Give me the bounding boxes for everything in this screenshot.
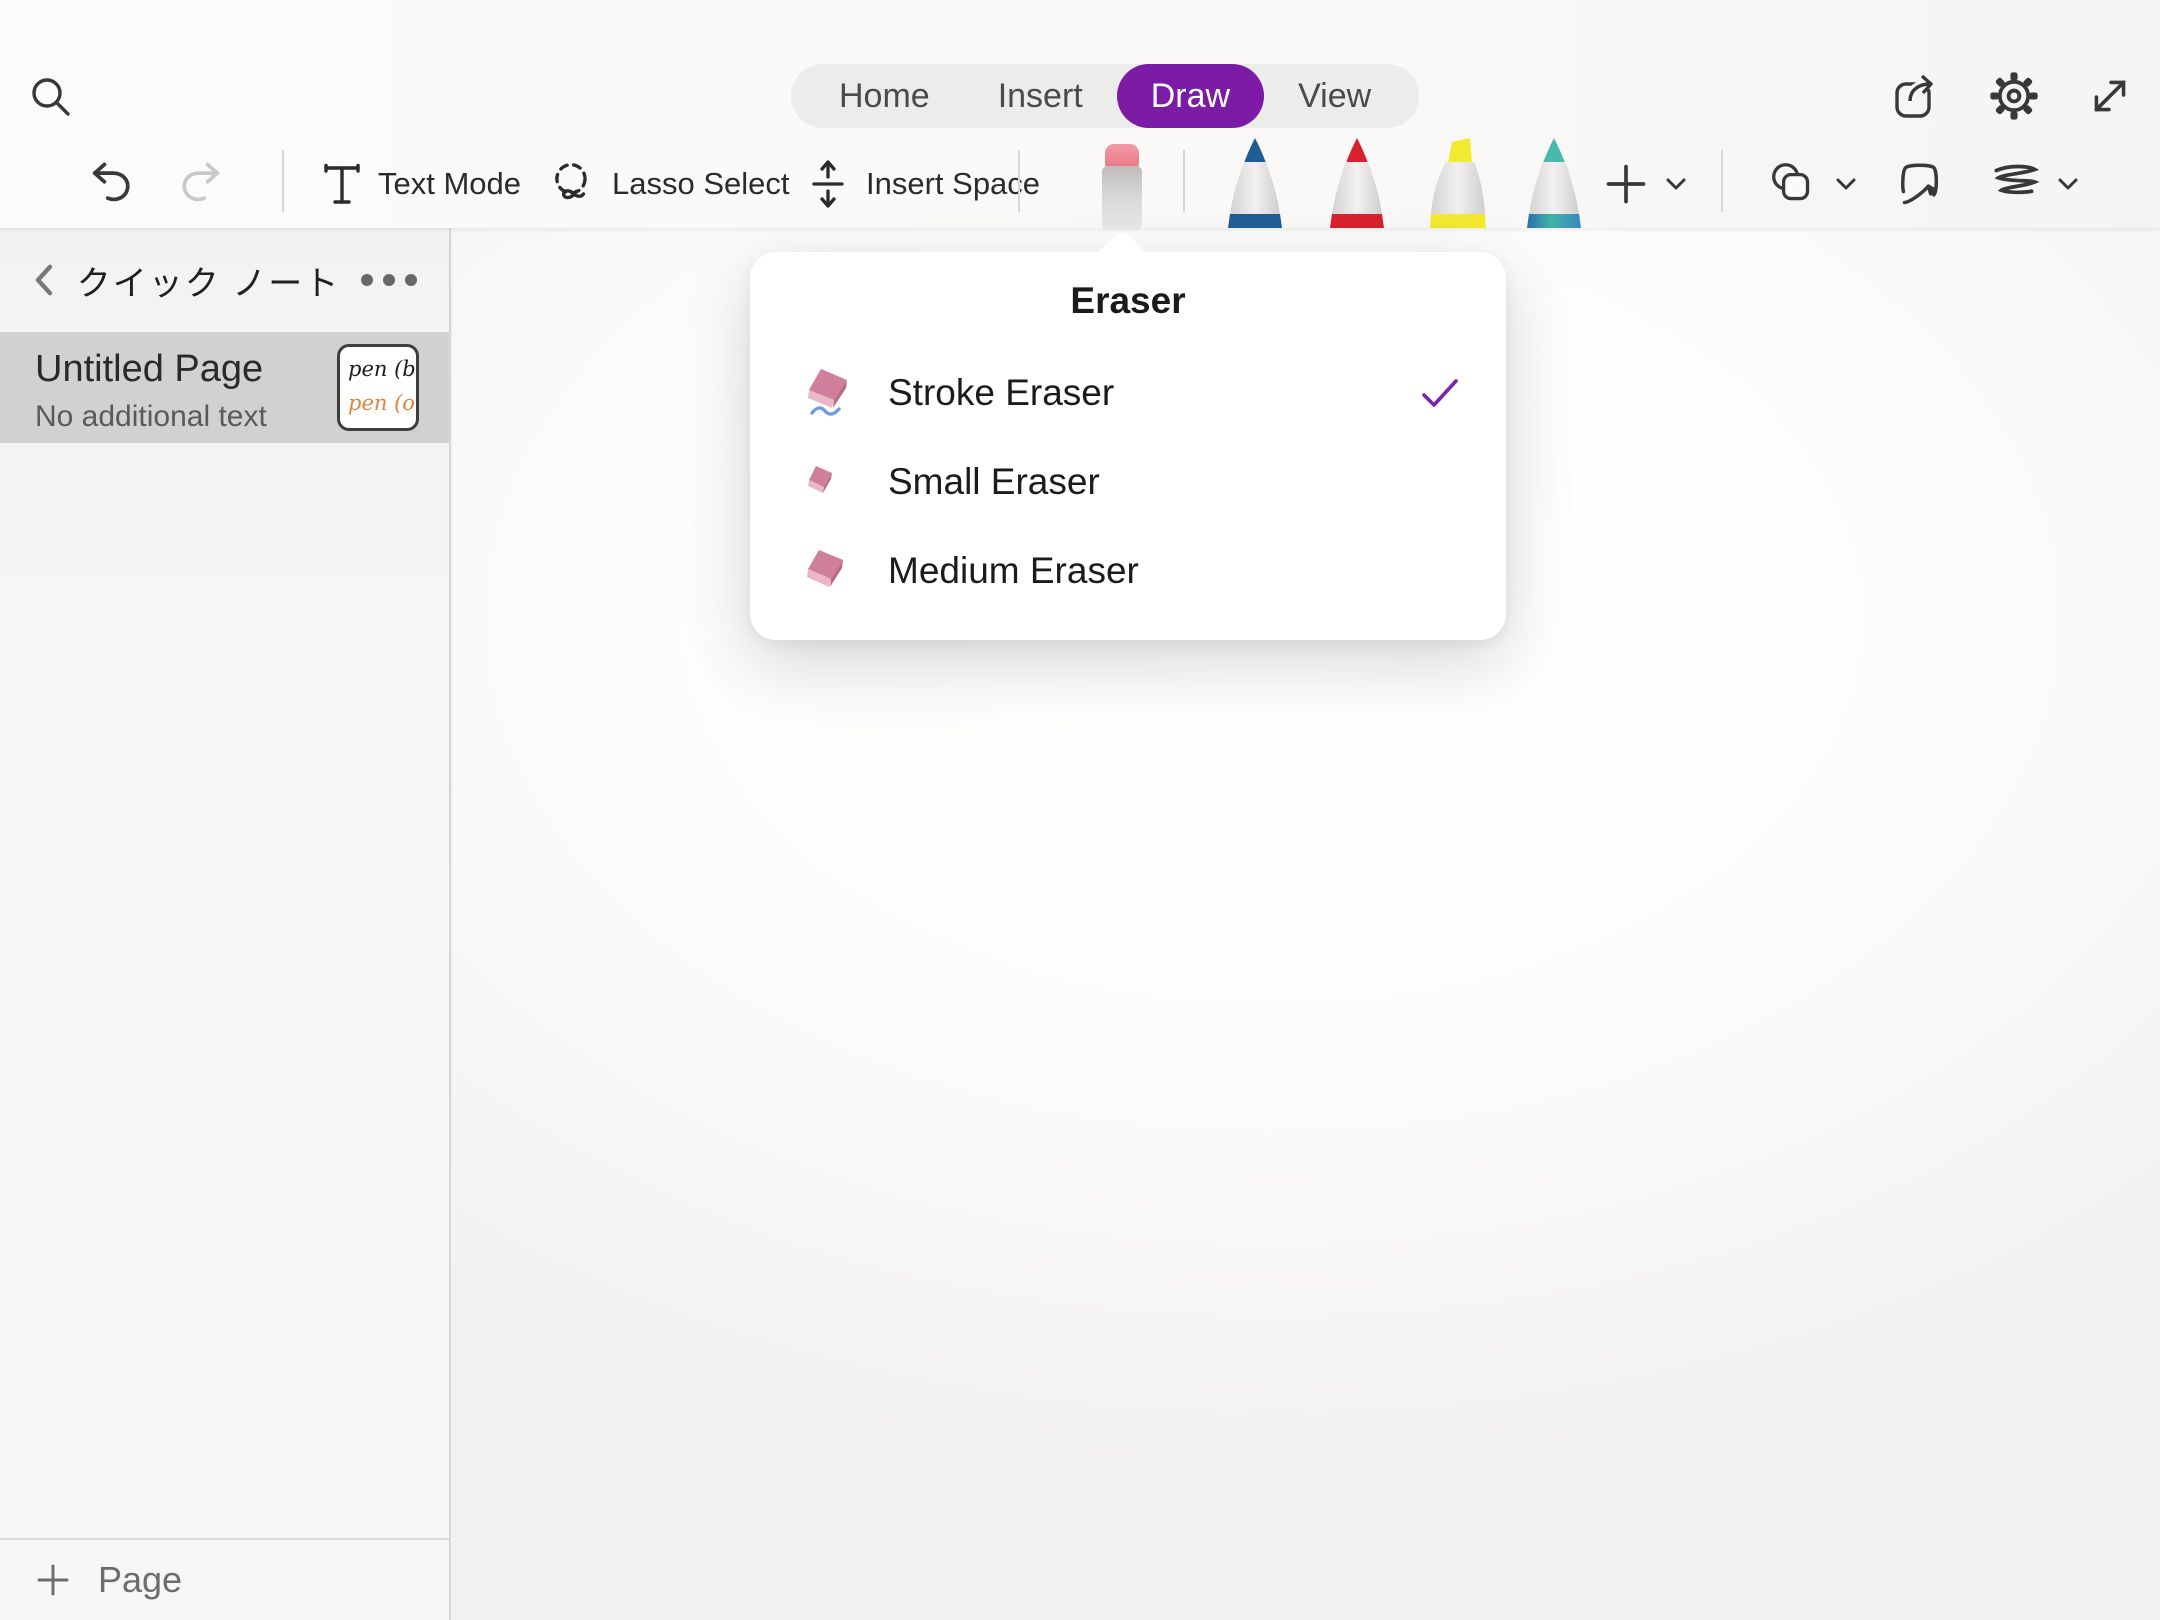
undo-icon bbox=[86, 159, 136, 209]
thumbnail-ink-line: pen (bl bbox=[348, 353, 416, 387]
insert-space-label: Insert Space bbox=[866, 166, 1040, 202]
chevron-down-icon bbox=[1834, 176, 1858, 192]
redo-icon bbox=[176, 159, 226, 209]
notebook-title: クイック ノート bbox=[58, 256, 359, 305]
menu-item-label: Stroke Eraser bbox=[888, 372, 1114, 414]
thumbnail-ink-line: pen (ora bbox=[348, 387, 416, 421]
shapes-icon bbox=[1768, 160, 1820, 208]
shapes-button[interactable] bbox=[1768, 140, 1858, 228]
checkmark-icon bbox=[1420, 377, 1460, 409]
toolbar-divider bbox=[1721, 150, 1723, 212]
gear-icon bbox=[1988, 70, 2040, 122]
ink-replay-button[interactable] bbox=[1988, 140, 2080, 228]
search-icon bbox=[26, 72, 76, 122]
draw-toolbar: Text Mode Lasso Select bbox=[0, 140, 2160, 228]
redo-button[interactable] bbox=[176, 140, 226, 228]
top-toolbar: Home Insert Draw View bbox=[0, 0, 2160, 228]
pages-sidebar: クイック ノート Untitled Page No additional tex… bbox=[0, 228, 451, 1620]
ink-replay-icon bbox=[1988, 162, 2042, 206]
toolbar-divider bbox=[1018, 150, 1020, 212]
text-mode-label: Text Mode bbox=[378, 166, 521, 202]
red-pen[interactable] bbox=[1324, 136, 1390, 228]
menu-item-stroke-eraser[interactable]: Stroke Eraser bbox=[750, 348, 1506, 437]
settings-button[interactable] bbox=[1988, 70, 2040, 122]
plus-icon bbox=[1602, 160, 1650, 208]
sidebar-header: クイック ノート bbox=[0, 228, 449, 332]
lasso-select-button[interactable]: Lasso Select bbox=[548, 140, 790, 228]
stroke-eraser-icon bbox=[800, 367, 866, 419]
fullscreen-button[interactable] bbox=[2086, 72, 2134, 120]
yellow-highlighter[interactable] bbox=[1425, 136, 1491, 228]
page-list-item[interactable]: Untitled Page No additional text pen (bl… bbox=[0, 332, 449, 443]
add-page-label: Page bbox=[98, 1559, 182, 1601]
eraser-options: Stroke Eraser Small Eraser bbox=[750, 348, 1506, 615]
text-mode-icon bbox=[322, 161, 362, 207]
undo-button[interactable] bbox=[86, 140, 136, 228]
toolbar-divider bbox=[1183, 150, 1185, 212]
ink-to-text-button[interactable] bbox=[1898, 140, 1948, 228]
blue-pen[interactable] bbox=[1222, 136, 1288, 228]
chevron-down-icon bbox=[1664, 176, 1688, 192]
insert-space-icon bbox=[806, 159, 850, 209]
menu-item-small-eraser[interactable]: Small Eraser bbox=[750, 437, 1506, 526]
share-icon bbox=[1892, 71, 1942, 121]
insert-space-button[interactable]: Insert Space bbox=[806, 140, 1040, 228]
eraser-tool[interactable] bbox=[1098, 144, 1146, 230]
lasso-select-label: Lasso Select bbox=[612, 166, 790, 202]
back-button[interactable] bbox=[30, 262, 58, 298]
teal-pen[interactable] bbox=[1521, 136, 1587, 228]
add-page-button[interactable]: Page bbox=[0, 1538, 449, 1620]
tab-view[interactable]: View bbox=[1264, 64, 1405, 128]
tab-draw[interactable]: Draw bbox=[1117, 64, 1264, 128]
popup-title: Eraser bbox=[750, 280, 1506, 322]
search-button[interactable] bbox=[24, 70, 78, 124]
small-eraser-icon bbox=[800, 462, 866, 502]
page-thumbnail: pen (bl pen (ora bbox=[337, 344, 419, 431]
menu-item-label: Small Eraser bbox=[888, 461, 1100, 503]
menu-item-label: Medium Eraser bbox=[888, 550, 1139, 592]
lasso-select-icon bbox=[548, 160, 596, 208]
ribbon-tabs: Home Insert Draw View bbox=[791, 64, 1419, 128]
tab-home[interactable]: Home bbox=[805, 64, 964, 128]
tab-insert[interactable]: Insert bbox=[964, 64, 1117, 128]
share-button[interactable] bbox=[1892, 71, 1942, 121]
eraser-popup: Eraser Stroke Eraser bbox=[750, 252, 1506, 640]
medium-eraser-icon bbox=[800, 547, 866, 595]
more-options-button[interactable] bbox=[359, 266, 419, 294]
window-actions bbox=[1892, 70, 2134, 122]
ink-to-text-icon bbox=[1898, 159, 1948, 209]
plus-icon bbox=[34, 1561, 72, 1599]
onenote-app: Home Insert Draw View bbox=[0, 0, 2160, 1620]
text-mode-button[interactable]: Text Mode bbox=[322, 140, 521, 228]
menu-item-medium-eraser[interactable]: Medium Eraser bbox=[750, 526, 1506, 615]
chevron-down-icon bbox=[2056, 176, 2080, 192]
page-title: Untitled Page bbox=[35, 348, 263, 391]
expand-icon bbox=[2086, 72, 2134, 120]
toolbar-divider bbox=[282, 150, 284, 212]
add-pen-button[interactable] bbox=[1602, 140, 1688, 228]
page-subtitle: No additional text bbox=[35, 400, 267, 434]
